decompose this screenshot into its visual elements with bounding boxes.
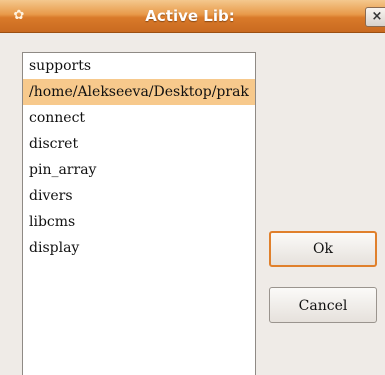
list-item[interactable]: connect: [23, 105, 255, 131]
close-button[interactable]: ×: [365, 7, 385, 27]
list-item[interactable]: display: [23, 235, 255, 261]
cancel-button[interactable]: Cancel: [269, 287, 377, 323]
list-item[interactable]: libcms: [23, 209, 255, 235]
list-item-selected[interactable]: /home/Alekseeva/Desktop/prak: [23, 79, 255, 105]
list-item[interactable]: discret: [23, 131, 255, 157]
window-title: Active Lib:: [145, 7, 235, 25]
list-item[interactable]: supports: [23, 53, 255, 79]
pawprint-icon[interactable]: ✿: [10, 7, 28, 25]
list-item[interactable]: pin_array: [23, 157, 255, 183]
ok-button[interactable]: Ok: [269, 231, 377, 267]
list-item[interactable]: divers: [23, 183, 255, 209]
library-list[interactable]: supports /home/Alekseeva/Desktop/prak co…: [22, 52, 256, 375]
title-bar[interactable]: ✿ Active Lib: ×: [0, 0, 385, 33]
